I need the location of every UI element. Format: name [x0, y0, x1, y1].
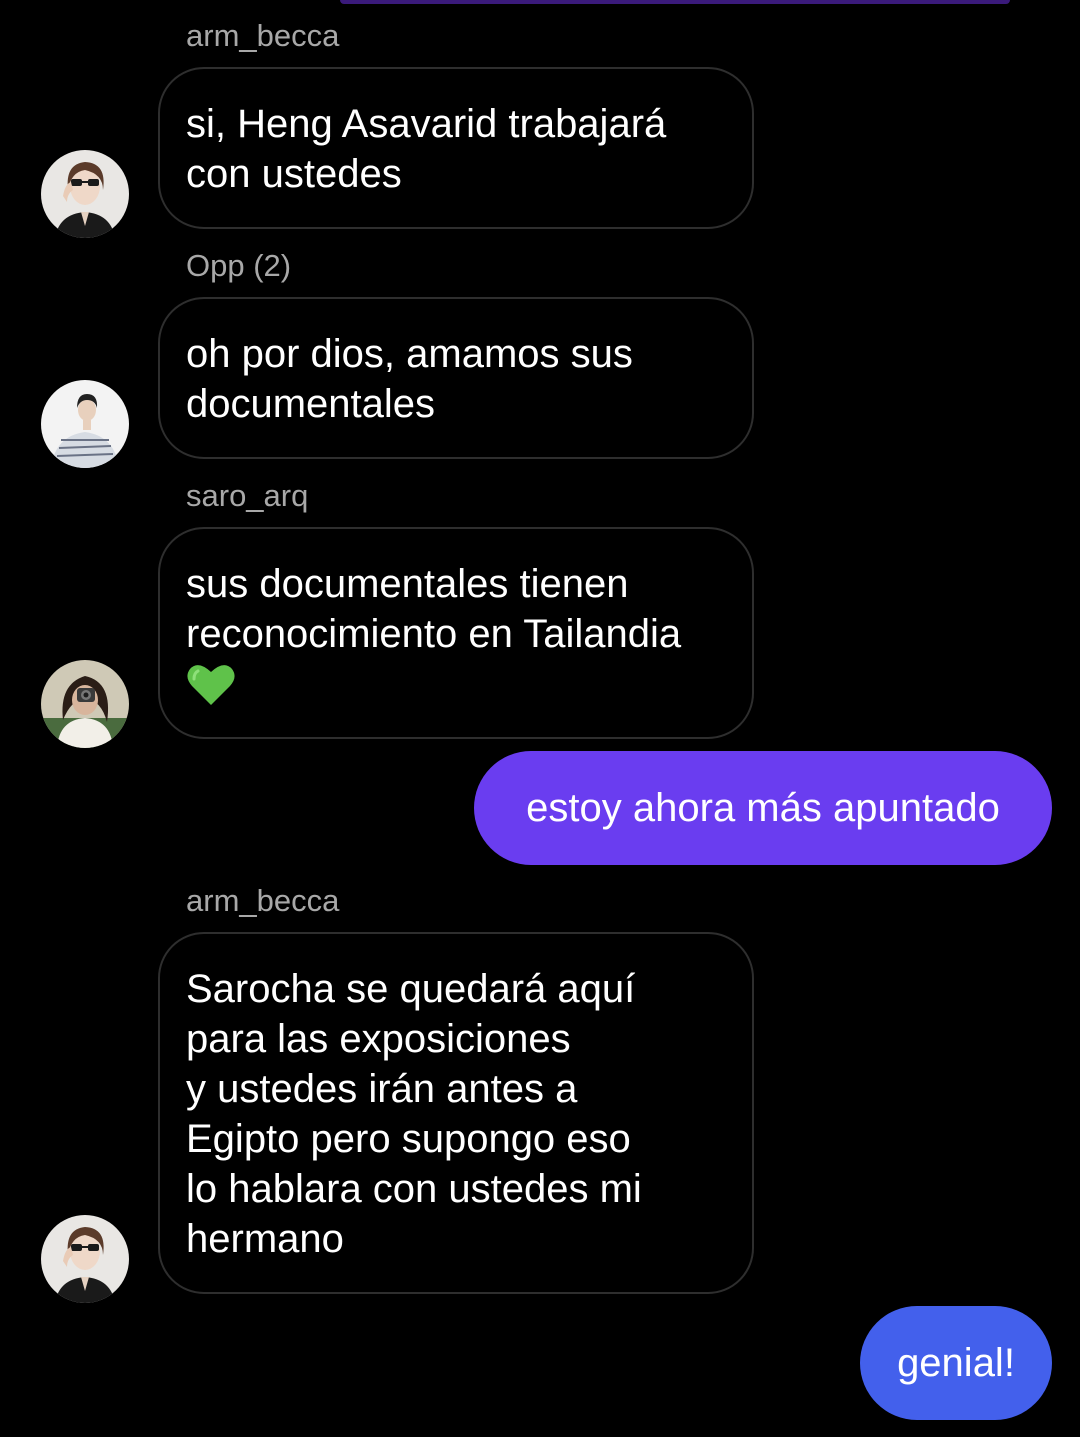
avatar-saro-arq[interactable] [41, 660, 129, 748]
top-accent-bar [340, 0, 1010, 4]
message-text-line: y ustedes irán antes a [186, 1067, 578, 1111]
message-bubble-incoming[interactable]: si, Heng Asavarid trabajará con ustedes [158, 67, 754, 229]
sender-name: arm_becca [186, 18, 340, 53]
message-text-line: para las exposiciones [186, 1017, 571, 1061]
message-text-line: con ustedes [186, 152, 402, 196]
sender-name: Opp (2) [186, 248, 292, 283]
message-text-line: sus documentales tienen [186, 562, 629, 606]
message-bubble-outgoing[interactable]: genial! [860, 1306, 1052, 1420]
message-bubble-incoming[interactable]: Sarocha se quedará aquí para las exposic… [158, 932, 754, 1294]
avatar-arm-becca[interactable] [41, 150, 129, 238]
avatar-arm-becca[interactable] [41, 1215, 129, 1303]
green-heart-icon [186, 661, 236, 707]
message-text-line: lo hablara con ustedes mi [186, 1167, 642, 1211]
message-text-line: documentales [186, 382, 436, 426]
message-text-line: si, Heng Asavarid trabajará [186, 102, 667, 146]
sender-name: saro_arq [186, 478, 309, 513]
sender-name: arm_becca [186, 883, 340, 918]
avatar-opp[interactable] [41, 380, 129, 468]
message-bubble-incoming[interactable]: sus documentales tienen reconocimiento e… [158, 527, 754, 739]
message-text-line: hermano [186, 1217, 344, 1261]
message-text-line: Egipto pero supongo eso [186, 1117, 631, 1161]
message-text: estoy ahora más apuntado [526, 786, 1000, 830]
message-text-line: Sarocha se quedará aquí [186, 967, 636, 1011]
message-bubble-incoming[interactable]: oh por dios, amamos sus documentales [158, 297, 754, 459]
message-text-line: reconocimiento en Tailandia [186, 612, 682, 656]
message-text: genial! [897, 1341, 1015, 1385]
message-text-line: oh por dios, amamos sus [186, 332, 633, 376]
message-bubble-outgoing[interactable]: estoy ahora más apuntado [474, 751, 1052, 865]
